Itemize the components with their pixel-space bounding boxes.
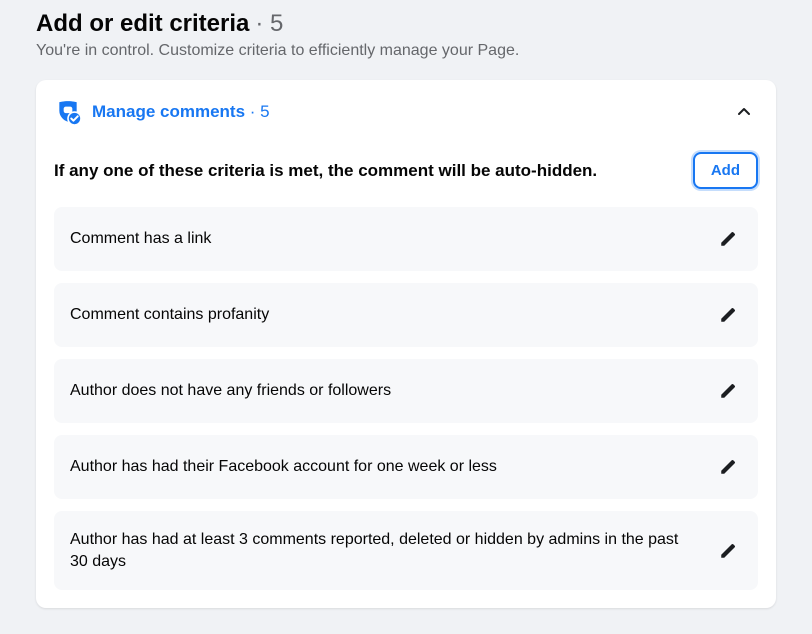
pencil-icon <box>719 542 737 560</box>
edit-button[interactable] <box>714 301 742 329</box>
edit-button[interactable] <box>714 537 742 565</box>
page-title-row: Add or edit criteria · 5 <box>36 10 776 38</box>
criteria-card: Manage comments · 5 If any one of these … <box>36 80 776 608</box>
criteria-item: Comment contains profanity <box>54 283 758 347</box>
collapse-toggle[interactable] <box>730 98 758 126</box>
edit-button[interactable] <box>714 225 742 253</box>
manage-comments-label: Manage comments <box>92 102 245 121</box>
criteria-text: Comment has a link <box>70 228 211 250</box>
add-button[interactable]: Add <box>693 152 758 189</box>
criteria-item: Author has had at least 3 comments repor… <box>54 511 758 590</box>
criteria-description: If any one of these criteria is met, the… <box>54 161 597 181</box>
page-container: Add or edit criteria · 5 You're in contr… <box>0 0 812 628</box>
criteria-item: Author does not have any friends or foll… <box>54 359 758 423</box>
pencil-icon <box>719 230 737 248</box>
criteria-text: Comment contains profanity <box>70 304 269 326</box>
criteria-description-row: If any one of these criteria is met, the… <box>54 136 758 207</box>
pencil-icon <box>719 458 737 476</box>
shield-comment-icon <box>54 98 82 126</box>
page-title-count: · 5 <box>255 10 283 38</box>
criteria-text: Author has had their Facebook account fo… <box>70 456 497 478</box>
section-header: Manage comments · 5 <box>54 96 758 136</box>
criteria-list: Comment has a link Comment contains prof… <box>54 207 758 590</box>
page-header: Add or edit criteria · 5 You're in contr… <box>36 10 776 60</box>
criteria-text: Author has had at least 3 comments repor… <box>70 529 698 572</box>
criteria-item: Comment has a link <box>54 207 758 271</box>
manage-comments-count: · 5 <box>250 102 270 121</box>
pencil-icon <box>719 306 737 324</box>
section-header-left: Manage comments · 5 <box>54 98 270 126</box>
page-title: Add or edit criteria <box>36 10 249 38</box>
pencil-icon <box>719 382 737 400</box>
chevron-up-icon <box>736 104 752 120</box>
criteria-item: Author has had their Facebook account fo… <box>54 435 758 499</box>
page-subtitle: You're in control. Customize criteria to… <box>36 42 776 60</box>
manage-comments-link[interactable]: Manage comments · 5 <box>92 102 270 122</box>
edit-button[interactable] <box>714 453 742 481</box>
criteria-text: Author does not have any friends or foll… <box>70 380 391 402</box>
edit-button[interactable] <box>714 377 742 405</box>
